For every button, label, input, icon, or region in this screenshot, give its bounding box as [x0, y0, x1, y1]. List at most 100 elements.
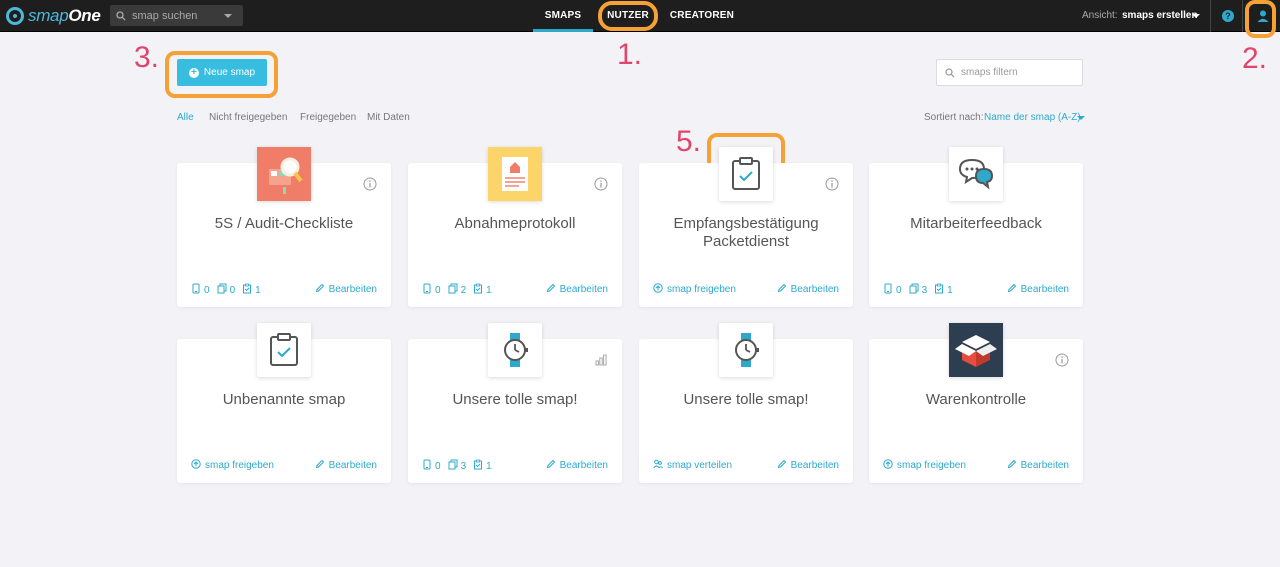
smap-card[interactable]: Warenkontrolle smap freigeben Bearbeiten — [869, 323, 1083, 483]
tab-nutzer[interactable]: NUTZER — [600, 0, 656, 32]
edit-label: Bearbeiten — [559, 284, 608, 295]
stat-value: 0 — [435, 284, 441, 296]
view-chevron-icon[interactable] — [1192, 14, 1200, 18]
share-button[interactable]: smap freigeben — [883, 459, 966, 472]
stat-item: 1 — [242, 283, 261, 297]
users-icon — [653, 459, 664, 472]
global-search-input[interactable] — [132, 9, 218, 22]
card-footer: 0 3 1 Bearbeiten — [883, 283, 1069, 297]
edit-button[interactable]: Bearbeiten — [315, 283, 377, 296]
stat-value: 1 — [255, 284, 261, 296]
action-label: smap freigeben — [667, 284, 736, 295]
pages-icon — [448, 459, 458, 473]
filter-mit-daten[interactable]: Mit Daten — [367, 112, 410, 123]
pencil-icon — [777, 283, 787, 296]
sort-chevron-icon[interactable] — [1077, 116, 1085, 120]
stat-item: 1 — [473, 459, 492, 473]
pages-icon — [448, 283, 458, 297]
chevron-down-icon[interactable] — [224, 13, 232, 18]
edit-label: Bearbeiten — [328, 284, 377, 295]
smartwatch-icon[interactable] — [488, 323, 542, 377]
edit-button[interactable]: Bearbeiten — [546, 283, 608, 296]
info-icon[interactable] — [363, 177, 377, 191]
card-footer: smap freigeben Bearbeiten — [191, 459, 377, 471]
logo-prefix: smap — [28, 6, 69, 25]
edit-button[interactable]: Bearbeiten — [777, 459, 839, 472]
clipboard-check-icon[interactable] — [719, 147, 773, 201]
filter-alle[interactable]: Alle — [177, 112, 194, 123]
filter-freigegeben[interactable]: Freigegeben — [300, 112, 356, 123]
help-icon[interactable]: ? — [1222, 10, 1234, 22]
smap-card[interactable]: Mitarbeiterfeedback 0 3 1 Bearbeiten — [869, 147, 1083, 307]
edit-button[interactable]: Bearbeiten — [315, 459, 377, 472]
stat-value: 3 — [921, 284, 928, 296]
info-icon[interactable] — [594, 177, 608, 191]
share-icon — [883, 459, 893, 472]
smap-card[interactable]: Unsere tolle smap! 0 3 1 Bearbeiten — [408, 323, 622, 483]
clipboard-icon — [473, 459, 483, 473]
stat-value: 2 — [460, 284, 467, 296]
edit-button[interactable]: Bearbeiten — [1007, 459, 1069, 472]
card-title: Abnahmeprotokoll — [454, 215, 576, 232]
smap-filter-input[interactable] — [961, 67, 1071, 78]
card-stats: 0 3 1 — [422, 459, 492, 473]
card-title: Mitarbeiterfeedback — [910, 215, 1042, 232]
share-button[interactable]: smap freigeben — [191, 459, 274, 472]
sort-select[interactable]: Name der smap (A-Z) — [984, 112, 1081, 123]
share-button[interactable]: smap freigeben — [653, 283, 736, 296]
stat-item: 0 — [191, 283, 210, 297]
filter-nicht-freigegeben[interactable]: Nicht freigegeben — [209, 112, 287, 123]
smap-card[interactable]: Unbenannte smap smap freigeben Bearbeiten — [177, 323, 391, 483]
callout-3: 3. — [134, 41, 160, 74]
magnifier-board-icon[interactable] — [257, 147, 311, 201]
smap-card[interactable]: Unsere tolle smap! smap verteilen Bearbeit… — [639, 323, 853, 483]
edit-button[interactable]: Bearbeiten — [777, 283, 839, 296]
logo-suffix: One — [68, 6, 101, 25]
card-title: Unsere tolle smap! — [452, 391, 578, 408]
card-footer: 0 0 1 Bearbeiten — [191, 283, 377, 297]
distribute-button[interactable]: smap verteilen — [653, 459, 732, 472]
stat-item: 2 — [448, 283, 467, 297]
device-icon — [422, 459, 432, 473]
action-label: smap verteilen — [667, 460, 733, 471]
pages-icon — [909, 283, 919, 297]
stat-item: 3 — [448, 459, 466, 473]
box-icon[interactable] — [949, 323, 1003, 377]
clipboard-check-icon[interactable] — [257, 323, 311, 377]
tab-creatoren[interactable]: CREATOREN — [668, 0, 736, 32]
info-icon[interactable] — [1055, 353, 1069, 367]
speech-bubbles-icon[interactable] — [949, 147, 1003, 201]
card-footer: 0 2 1 Bearbeiten — [422, 283, 608, 297]
tab-smaps[interactable]: SMAPS — [533, 0, 593, 32]
edit-button[interactable]: Bearbeiten — [1007, 283, 1069, 296]
smap-filter[interactable] — [936, 59, 1083, 86]
action-label: smap freigeben — [897, 460, 966, 471]
edit-label: Bearbeiten — [790, 460, 839, 471]
chart-icon[interactable] — [594, 353, 608, 367]
view-select[interactable]: smaps erstellen — [1122, 10, 1198, 21]
top-navbar: smapOne SMAPS NUTZER CREATOREN Ansicht: … — [0, 0, 1280, 32]
smap-card[interactable]: Empfangsbestätigung Packetdienst smap fre… — [639, 147, 853, 307]
card-title: Empfangsbestätigung Packetdienst — [673, 215, 819, 250]
house-document-icon[interactable] — [488, 147, 542, 201]
view-label: Ansicht: — [1082, 10, 1118, 21]
edit-button[interactable]: Bearbeiten — [546, 459, 608, 472]
user-icon[interactable] — [1255, 8, 1271, 24]
pencil-icon — [546, 283, 556, 296]
card-stats: 0 0 1 — [191, 283, 261, 297]
global-search[interactable] — [110, 5, 243, 26]
app-logo[interactable]: smapOne — [6, 4, 101, 28]
smap-card[interactable]: Abnahmeprotokoll 0 2 1 Bearbeiten — [408, 147, 622, 307]
share-icon — [191, 459, 201, 472]
pencil-icon — [777, 459, 787, 472]
info-icon[interactable] — [825, 177, 839, 191]
card-title: Warenkontrolle — [925, 391, 1027, 408]
edit-label: Bearbeiten — [790, 284, 839, 295]
stat-value: 0 — [204, 284, 210, 296]
smap-card[interactable]: 5S / Audit-Checkliste 0 0 1 Bearbeiten — [177, 147, 391, 307]
new-smap-button[interactable]: + Neue smap — [177, 59, 267, 86]
device-icon — [883, 283, 893, 297]
smartwatch-icon[interactable] — [719, 323, 773, 377]
card-footer: 0 3 1 Bearbeiten — [422, 459, 608, 473]
action-label: smap freigeben — [205, 460, 274, 471]
